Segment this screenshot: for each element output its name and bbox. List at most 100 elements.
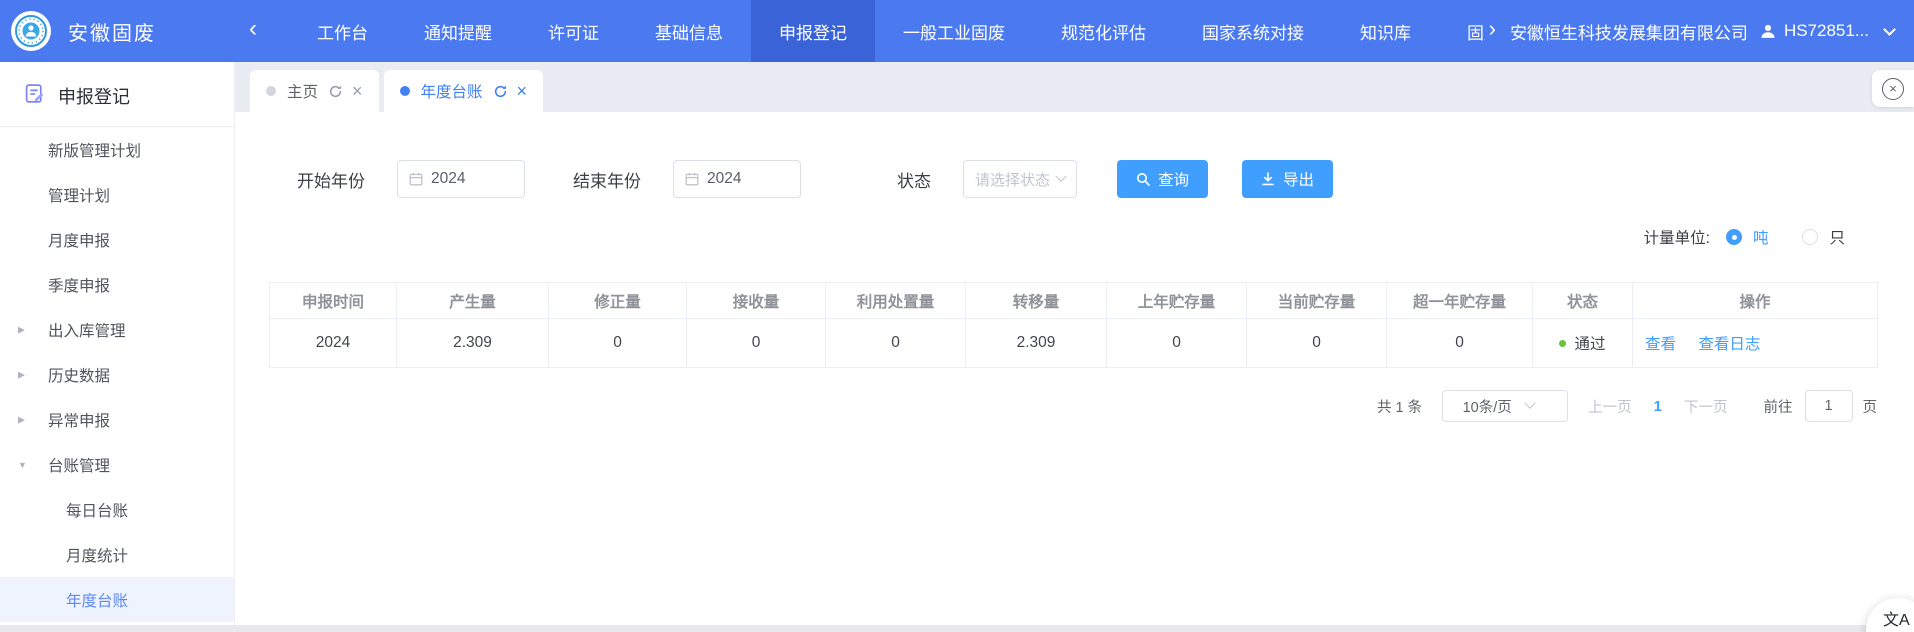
page-number-1[interactable]: 1 bbox=[1654, 398, 1662, 415]
table-header-cell: 超一年贮存量 bbox=[1387, 283, 1533, 319]
radio-option-label: 吨 bbox=[1753, 226, 1769, 248]
prev-page-button[interactable]: 上一页 bbox=[1588, 396, 1632, 417]
sidebar-item[interactable]: ▶ 异常申报 bbox=[0, 397, 234, 442]
nav-item-label: 申报登记 bbox=[779, 19, 847, 44]
sidebar-collapse-icon[interactable]: ‹ bbox=[249, 17, 257, 41]
sidebar-item-label: 年度台账 bbox=[66, 589, 128, 611]
export-button[interactable]: 导出 bbox=[1242, 160, 1333, 198]
close-icon[interactable]: × bbox=[352, 82, 363, 100]
user-icon bbox=[1760, 23, 1776, 39]
nav-item-label: 通知提醒 bbox=[424, 19, 492, 44]
sidebar-item[interactable]: 月度统计 bbox=[0, 532, 234, 577]
page-tab[interactable]: 年度台账 × bbox=[384, 70, 544, 112]
table-cell: 0 bbox=[687, 319, 826, 368]
table-cell: 0 bbox=[1387, 319, 1533, 368]
start-year-label: 开始年份 bbox=[297, 167, 365, 192]
nav-item[interactable]: 知识库 bbox=[1332, 0, 1439, 62]
start-year-input[interactable] bbox=[431, 170, 509, 188]
radio-option-ton[interactable]: 吨 bbox=[1726, 226, 1769, 248]
app-logo-icon bbox=[10, 10, 52, 52]
chevron-down-icon bbox=[1524, 398, 1535, 409]
search-icon bbox=[1136, 172, 1150, 186]
translate-icon: 文A bbox=[1883, 612, 1910, 629]
table-header-cell: 产生量 bbox=[397, 283, 549, 319]
sidebar-item-label: 出入库管理 bbox=[48, 319, 126, 341]
close-all-tabs-button[interactable]: × bbox=[1872, 70, 1914, 107]
nav-item[interactable]: 通知提醒 bbox=[396, 0, 520, 62]
search-button-label: 查询 bbox=[1158, 168, 1189, 190]
nav-item[interactable]: 规范化评估 bbox=[1033, 0, 1174, 62]
page-tab[interactable]: 主页 × bbox=[250, 70, 379, 112]
main-menu: 工作台 通知提醒 许可证 基础信息 申报登记 一般工业固废 规范化评估 bbox=[289, 0, 1485, 62]
search-button[interactable]: 查询 bbox=[1117, 160, 1208, 198]
table-header-cell: 修正量 bbox=[549, 283, 687, 319]
table-header-cell: 申报时间 bbox=[270, 283, 397, 319]
sidebar-item[interactable]: 每日台账 bbox=[0, 487, 234, 532]
end-year-input[interactable] bbox=[707, 170, 785, 188]
filter-row: 开始年份 结束年份 bbox=[235, 112, 1914, 198]
page-size-select[interactable]: 10条/页 bbox=[1442, 390, 1568, 422]
status-select[interactable]: 请选择状态 bbox=[963, 160, 1077, 198]
tab-bar: 主页 × 年度台账 bbox=[235, 62, 1914, 112]
user-dropdown-chevron-icon[interactable] bbox=[1883, 23, 1896, 36]
view-log-link[interactable]: 查看日志 bbox=[1698, 336, 1760, 353]
tab-status-dot-icon bbox=[266, 86, 276, 96]
sidebar-item[interactable]: ▶ 出入库管理 bbox=[0, 307, 234, 352]
navbar-right: › 安徽恒生科技发展集团有限公司 HS72851... bbox=[1485, 18, 1914, 44]
nav-item[interactable]: 基础信息 bbox=[627, 0, 751, 62]
download-icon bbox=[1261, 172, 1275, 186]
radio-option-piece[interactable]: 只 bbox=[1802, 226, 1845, 248]
sidebar-item-label: 管理计划 bbox=[48, 184, 110, 206]
sidebar-item-label: 新版管理计划 bbox=[48, 139, 141, 161]
caret-icon: ▶ bbox=[18, 414, 25, 425]
radio-option-label: 只 bbox=[1829, 226, 1845, 248]
nav-item[interactable]: 申报登记 bbox=[751, 0, 875, 62]
unit-row: 计量单位: 吨 只 bbox=[235, 198, 1914, 248]
nav-item-label: 基础信息 bbox=[655, 19, 723, 44]
nav-item[interactable]: 一般工业固废 bbox=[875, 0, 1033, 62]
sidebar-item-label: 历史数据 bbox=[48, 364, 110, 386]
tab-label: 主页 bbox=[287, 80, 318, 102]
table-cell: 2024 bbox=[270, 319, 397, 368]
table-row: 2024 2.309 0 0 0 2.309 bbox=[270, 319, 1878, 368]
tab-label: 年度台账 bbox=[421, 80, 483, 102]
end-year-picker[interactable] bbox=[673, 160, 801, 198]
nav-item[interactable]: 工作台 bbox=[289, 0, 396, 62]
caret-icon: ▼ bbox=[18, 460, 27, 470]
nav-item[interactable]: 国家系统对接 bbox=[1174, 0, 1332, 62]
table-cell: 0 bbox=[1247, 319, 1387, 368]
nav-item-label: 知识库 bbox=[1360, 19, 1411, 44]
next-page-button[interactable]: 下一页 bbox=[1684, 396, 1728, 417]
sidebar-item-label: 季度申报 bbox=[48, 274, 110, 296]
nav-item-label: 一般工业固废 bbox=[903, 19, 1005, 44]
nav-item[interactable]: 固废转 bbox=[1439, 0, 1485, 62]
menu-scroll-right-icon[interactable]: › bbox=[1489, 18, 1496, 40]
page-content: 开始年份 结束年份 bbox=[235, 112, 1914, 632]
view-link[interactable]: 查看 bbox=[1645, 336, 1676, 353]
sidebar-item[interactable]: ▼ 台账管理 bbox=[0, 442, 234, 487]
sidebar-item[interactable]: 管理计划 bbox=[0, 172, 234, 217]
username[interactable]: HS72851... bbox=[1784, 21, 1869, 41]
sidebar-item[interactable]: 季度申报 bbox=[0, 262, 234, 307]
declaration-register-icon bbox=[24, 83, 45, 109]
sidebar-item[interactable]: ▶ 历史数据 bbox=[0, 352, 234, 397]
sidebar-item-label: 台账管理 bbox=[48, 454, 110, 476]
start-year-picker[interactable] bbox=[397, 160, 525, 198]
refresh-icon[interactable] bbox=[329, 85, 342, 98]
horizontal-scrollbar[interactable] bbox=[0, 625, 1914, 632]
calendar-icon bbox=[685, 172, 699, 186]
close-icon[interactable]: × bbox=[517, 82, 528, 100]
actions-cell: 查看 查看日志 bbox=[1633, 319, 1878, 368]
sidebar-item[interactable]: 新版管理计划 bbox=[0, 127, 234, 172]
export-button-label: 导出 bbox=[1283, 168, 1314, 190]
goto-label: 前往 bbox=[1764, 396, 1793, 417]
radio-unchecked-icon bbox=[1802, 229, 1818, 245]
status-cell: 通过 bbox=[1533, 319, 1633, 368]
table-header-cell: 当前贮存量 bbox=[1247, 283, 1387, 319]
end-year-label: 结束年份 bbox=[573, 167, 641, 192]
nav-item[interactable]: 许可证 bbox=[520, 0, 627, 62]
sidebar-item[interactable]: 月度申报 bbox=[0, 217, 234, 262]
sidebar-item[interactable]: 年度台账 bbox=[0, 577, 234, 622]
refresh-icon[interactable] bbox=[494, 85, 507, 98]
goto-page-input[interactable] bbox=[1805, 390, 1853, 422]
